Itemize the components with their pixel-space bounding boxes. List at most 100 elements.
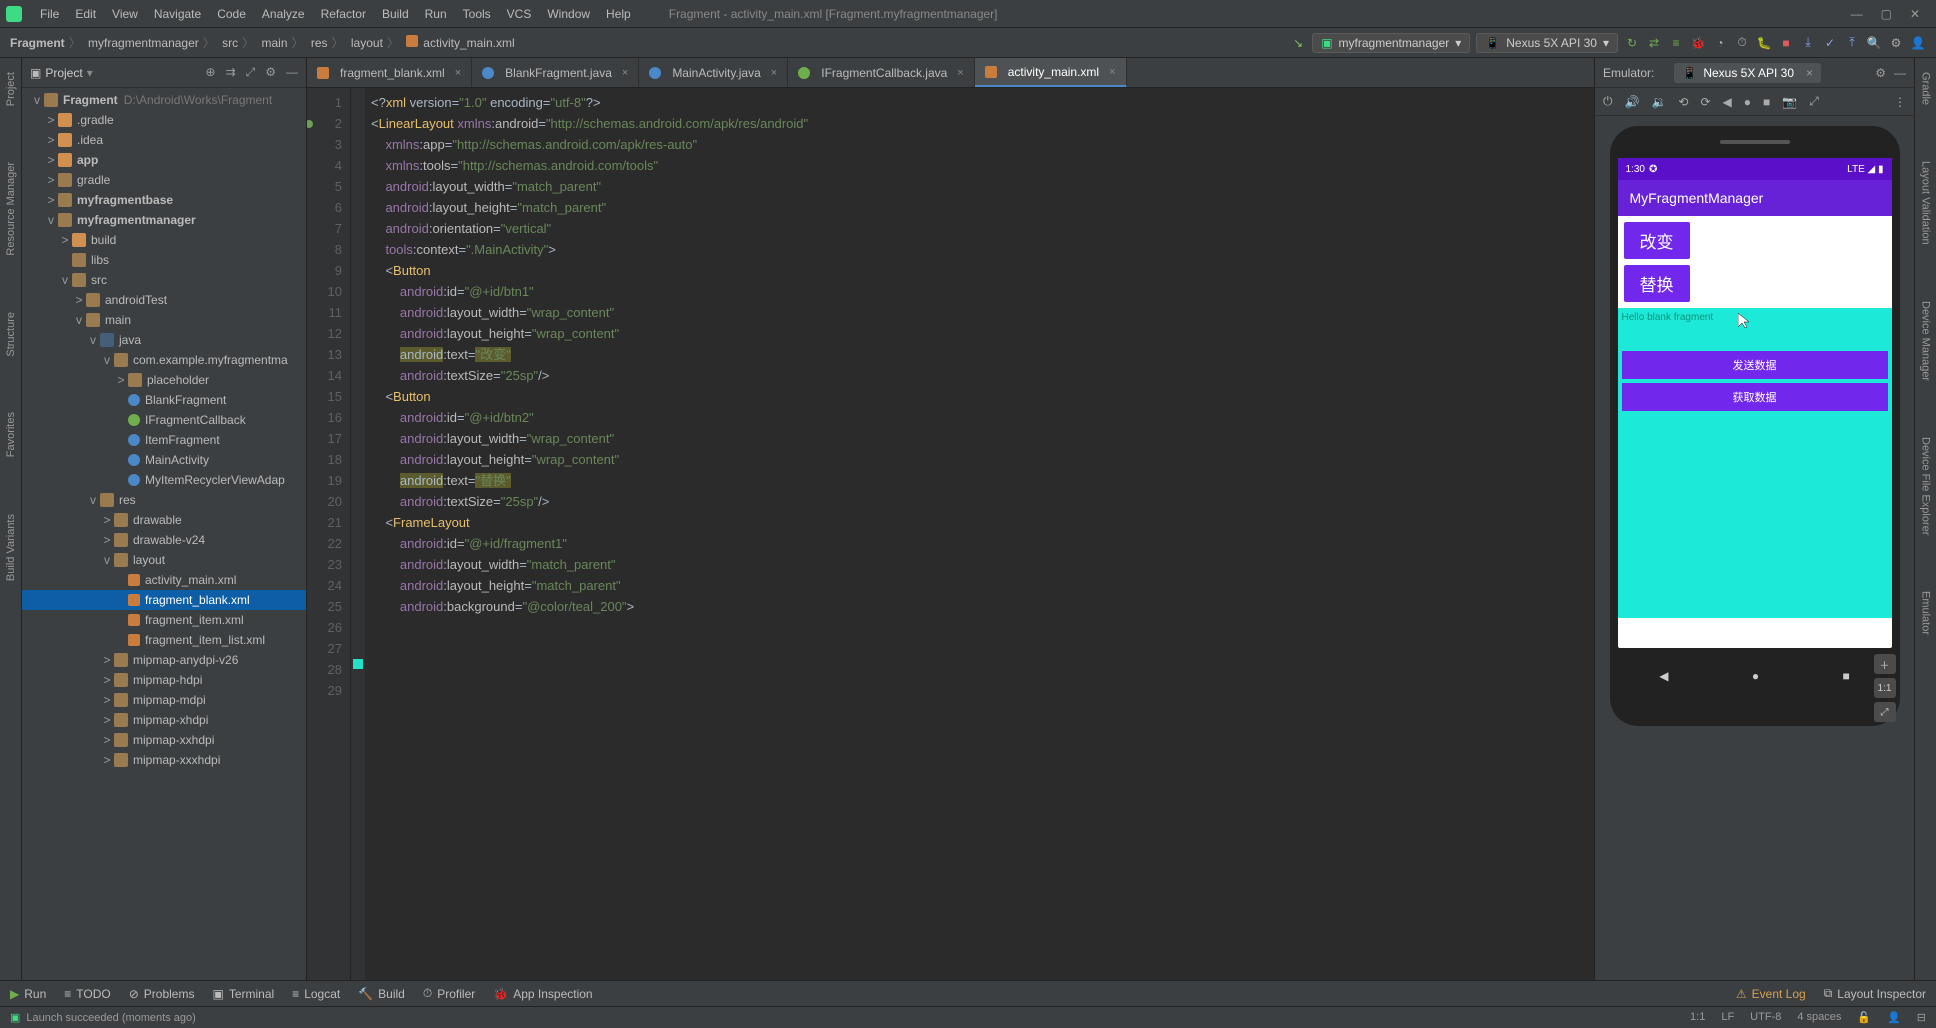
emu-back-icon[interactable]: ◀ [1723, 95, 1732, 109]
tree-node[interactable]: >androidTest [22, 290, 306, 310]
profiler-icon[interactable]: ⏱ [1734, 35, 1750, 51]
tree-node[interactable]: vcom.example.myfragmentma [22, 350, 306, 370]
run-icon[interactable]: ↻ [1624, 35, 1640, 51]
bottom-tab[interactable]: ▣Terminal [212, 987, 274, 1001]
project-tree[interactable]: vFragmentD:\Android\Works\Fragment >.gra… [22, 88, 306, 980]
project-settings-icon[interactable]: ⚙ [265, 65, 276, 80]
memory-indicator[interactable]: ⊟ [1917, 1011, 1926, 1024]
close-icon[interactable]: ✕ [1910, 7, 1920, 21]
menu-build[interactable]: Build [374, 7, 417, 21]
crumb-2[interactable]: src [222, 36, 238, 50]
editor-tab[interactable]: BlankFragment.java× [472, 58, 639, 87]
tree-node[interactable]: >gradle [22, 170, 306, 190]
notify-icon[interactable]: 👤 [1887, 1011, 1901, 1024]
tree-node[interactable]: fragment_blank.xml [22, 590, 306, 610]
tree-node[interactable]: >mipmap-xhdpi [22, 710, 306, 730]
tree-node[interactable]: vlayout [22, 550, 306, 570]
vcs-push-icon[interactable]: ⤒ [1844, 35, 1860, 51]
tree-node[interactable]: >mipmap-xxxhdpi [22, 750, 306, 770]
editor-tab[interactable]: MainActivity.java× [639, 58, 788, 87]
menu-help[interactable]: Help [598, 7, 639, 21]
readonly-toggle-icon[interactable]: 🔓 [1857, 1011, 1871, 1024]
vtab-emulator[interactable]: Emulator [1918, 583, 1934, 643]
tree-node[interactable]: vmain [22, 310, 306, 330]
emulator-device-tab[interactable]: 📱Nexus 5X API 30× [1674, 63, 1821, 83]
bottom-tab[interactable]: ▶Run [10, 987, 46, 1001]
emu-zoom-in-icon[interactable]: ＋ [1874, 654, 1896, 674]
vtab-structure[interactable]: Structure [3, 304, 19, 365]
menu-file[interactable]: File [32, 7, 67, 21]
app-button-send-data[interactable]: 发送数据 [1622, 351, 1888, 379]
bottom-tab[interactable]: 🔨Build [358, 987, 405, 1001]
tree-node[interactable]: fragment_item.xml [22, 610, 306, 630]
vtab-favorites[interactable]: Favorites [3, 404, 19, 465]
build-icon[interactable]: ↘ [1290, 35, 1306, 51]
debug-icon[interactable]: 🐞 [1690, 35, 1706, 51]
tree-node[interactable]: vres [22, 490, 306, 510]
tree-node[interactable]: >placeholder [22, 370, 306, 390]
project-view-selector[interactable]: Project [45, 66, 82, 80]
crumb-4[interactable]: res [311, 36, 328, 50]
indent[interactable]: 4 spaces [1797, 1011, 1841, 1024]
tree-node[interactable]: >build [22, 230, 306, 250]
emu-screenshot-icon[interactable]: 📷 [1782, 95, 1797, 109]
tree-node[interactable]: activity_main.xml [22, 570, 306, 590]
tree-node[interactable]: MainActivity [22, 450, 306, 470]
tree-node[interactable]: fragment_item_list.xml [22, 630, 306, 650]
tree-node[interactable]: >app [22, 150, 306, 170]
tree-node[interactable]: >drawable [22, 510, 306, 530]
attach-debugger-icon[interactable]: 🐛 [1756, 35, 1772, 51]
menu-vcs[interactable]: VCS [499, 7, 540, 21]
menu-tools[interactable]: Tools [455, 7, 499, 21]
tree-root[interactable]: vFragmentD:\Android\Works\Fragment [22, 90, 306, 110]
apply-code-icon[interactable]: ≡ [1668, 35, 1684, 51]
tree-node[interactable]: >mipmap-mdpi [22, 690, 306, 710]
emu-overview-icon[interactable]: ■ [1763, 95, 1770, 109]
tree-node[interactable]: vmyfragmentmanager [22, 210, 306, 230]
tree-node[interactable]: IFragmentCallback [22, 410, 306, 430]
tree-node[interactable]: MyItemRecyclerViewAdap [22, 470, 306, 490]
project-collapse-icon[interactable]: ⤢ [246, 65, 256, 80]
crumb-root[interactable]: Fragment [10, 36, 65, 50]
tree-node[interactable]: >myfragmentbase [22, 190, 306, 210]
crumb-3[interactable]: main [261, 36, 287, 50]
crumb-1[interactable]: myfragmentmanager [88, 36, 199, 50]
emu-more-icon[interactable]: ⋮ [1894, 95, 1906, 109]
emu-power-icon[interactable]: ⏻ [1603, 94, 1613, 109]
project-target-icon[interactable]: ⊕ [206, 65, 216, 80]
crumb-5[interactable]: layout [351, 36, 383, 50]
tree-node[interactable]: >.gradle [22, 110, 306, 130]
search-icon[interactable]: 🔍 [1866, 35, 1882, 51]
device-selector[interactable]: 📱Nexus 5X API 30 ▾ [1476, 33, 1618, 53]
emu-rotate-right-icon[interactable]: ⟳ [1700, 95, 1710, 109]
bottom-tab[interactable]: ⊘Problems [129, 987, 195, 1001]
menu-edit[interactable]: Edit [67, 7, 104, 21]
bottom-tab[interactable]: ≡TODO [64, 987, 110, 1001]
tree-node[interactable]: vsrc [22, 270, 306, 290]
vtab-resource-manager[interactable]: Resource Manager [3, 154, 19, 264]
vcs-update-icon[interactable]: ⤓ [1800, 35, 1816, 51]
nav-recents-icon[interactable]: ■ [1843, 669, 1850, 683]
emu-rotate-left-icon[interactable]: ⟲ [1678, 95, 1688, 109]
editor-tab[interactable]: fragment_blank.xml× [307, 58, 472, 87]
menu-navigate[interactable]: Navigate [146, 7, 209, 21]
caret-position[interactable]: 1:1 [1690, 1011, 1705, 1024]
apply-changes-icon[interactable]: ⇄ [1646, 35, 1662, 51]
menu-code[interactable]: Code [209, 7, 254, 21]
emu-zoom-fit-icon[interactable]: ⤢ [1874, 702, 1896, 722]
bottom-tab-right[interactable]: ⚠Event Log [1736, 986, 1806, 1001]
vtab-gradle[interactable]: Gradle [1918, 64, 1934, 113]
menu-analyze[interactable]: Analyze [254, 7, 313, 21]
vtab-device-file-explorer[interactable]: Device File Explorer [1918, 429, 1934, 543]
coverage-icon[interactable]: ◔ [1712, 35, 1728, 51]
emu-home-icon[interactable]: ● [1744, 95, 1751, 109]
menu-window[interactable]: Window [539, 7, 598, 21]
vtab-device-manager[interactable]: Device Manager [1918, 293, 1934, 389]
tree-node[interactable]: vjava [22, 330, 306, 350]
vtab-project[interactable]: Project [3, 64, 19, 114]
encoding[interactable]: UTF-8 [1750, 1011, 1781, 1024]
settings-icon[interactable]: ⚙ [1888, 35, 1904, 51]
app-button-change[interactable]: 改变 [1624, 222, 1690, 259]
emu-volume-up-icon[interactable]: 🔊 [1625, 95, 1640, 109]
tree-node[interactable]: BlankFragment [22, 390, 306, 410]
